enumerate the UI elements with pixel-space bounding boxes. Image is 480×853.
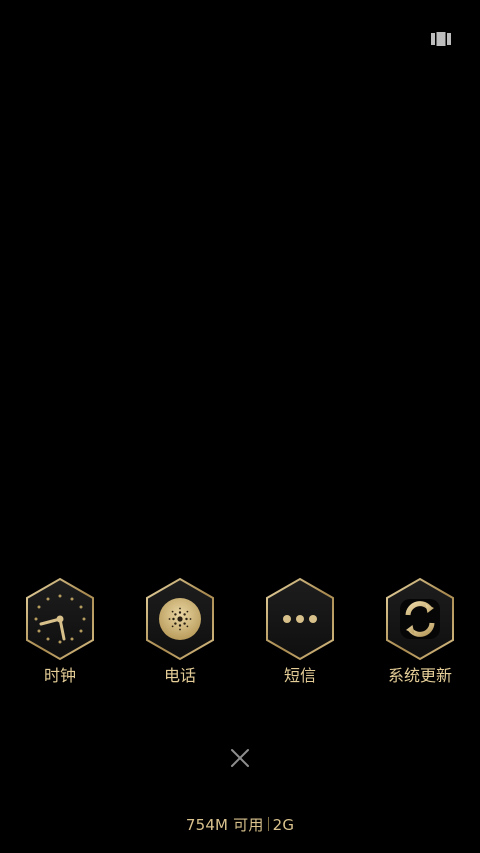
app-clock[interactable]: 时钟 [20,576,100,688]
memory-available-text: 754M 可用 [185,816,264,834]
app-label: 时钟 [43,666,76,685]
memory-total-text: 2G [272,816,295,834]
system-update-icon [400,599,440,639]
memory-divider [267,817,269,831]
close-icon [231,749,249,767]
clock-icon [34,594,86,644]
app-system-update[interactable]: 系统更新 [380,576,460,688]
message-icon [283,615,317,623]
app-label: 短信 [283,666,316,685]
app-sms[interactable]: 短信 [260,576,340,688]
app-phone[interactable]: 电话 [140,576,220,688]
app-label: 电话 [163,666,196,685]
memory-status: 754M 可用 2G [0,816,480,834]
close-button[interactable] [228,746,252,770]
recent-apps-icon[interactable] [431,31,451,46]
app-row: 时钟 电话 短信 系统更新 [0,576,480,688]
app-label: 系统更新 [387,666,452,685]
phone-icon [159,598,201,640]
